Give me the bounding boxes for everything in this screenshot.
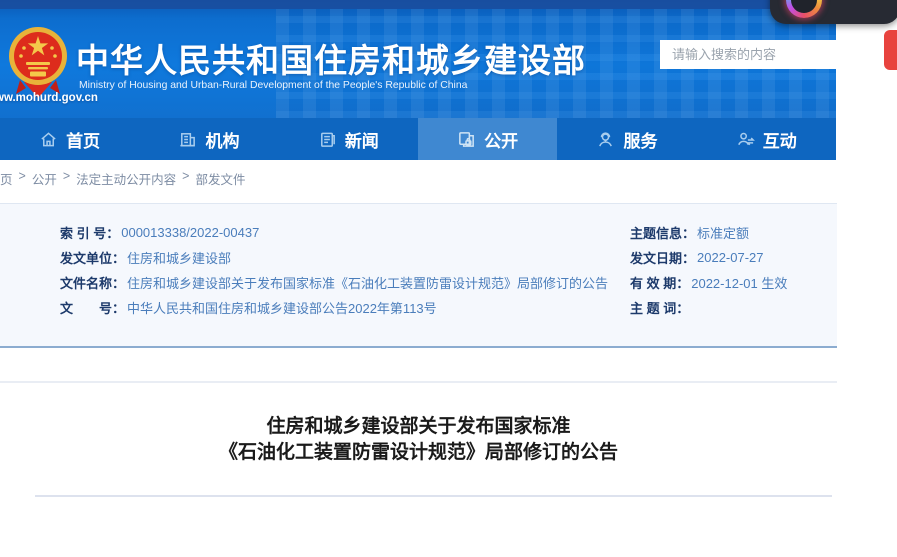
meta-value: 中华人民共和国住房和城乡建设部公告2022年第113号 <box>127 298 437 317</box>
meta-value: 住房和城乡建设部关于发布国家标准《石油化工装置防雷设计规范》局部修订的公告 <box>127 273 608 292</box>
document-meta-card: 索 引 号： 000013338/2022-00437 发文单位： 住房和城乡建… <box>0 203 837 348</box>
primary-nav: 首页 机构 新闻 <box>0 118 836 160</box>
meta-row-document-name: 文件名称： 住房和城乡建设部关于发布国家标准《石油化工装置防雷设计规范》局部修订… <box>60 270 620 295</box>
article-divider <box>35 495 832 497</box>
site-title-english: Ministry of Housing and Urban-Rural Deve… <box>79 80 467 91</box>
nav-tab-news[interactable]: 新闻 <box>279 118 418 160</box>
record-button[interactable] <box>786 0 822 18</box>
meta-label: 文件名称： <box>60 273 125 292</box>
nav-tab-interaction[interactable]: 互动 <box>697 118 836 160</box>
search-box[interactable] <box>660 40 836 69</box>
meta-row-index-number: 索 引 号： 000013338/2022-00437 <box>60 220 620 245</box>
building-icon <box>178 130 197 149</box>
meta-value: 2022-12-01 生效 <box>691 273 787 292</box>
nav-tab-label: 服务 <box>623 127 657 152</box>
screen-overlay-widget[interactable] <box>770 0 897 24</box>
meta-row-document-number: 文 号： 中华人民共和国住房和城乡建设部公告2022年第113号 <box>60 295 620 320</box>
nav-tab-organization[interactable]: 机构 <box>139 118 278 160</box>
meta-row-issue-date: 发文日期： 2022-07-27 <box>630 245 835 270</box>
nav-tab-label: 公开 <box>484 127 518 152</box>
meta-row-subject-words: 主 题 词： <box>630 295 835 320</box>
breadcrumb-item-home[interactable]: 页 <box>0 169 13 188</box>
meta-value: 住房和城乡建设部 <box>127 248 231 267</box>
nav-tab-label: 互动 <box>763 127 797 152</box>
interaction-icon <box>736 130 755 149</box>
meta-value: 标准定额 <box>697 223 749 242</box>
meta-right-column: 主题信息： 标准定额 发文日期： 2022-07-27 有 效 期： 2022-… <box>630 220 835 320</box>
header-top-band <box>0 0 836 9</box>
nav-tab-label: 新闻 <box>345 127 379 152</box>
meta-label: 发文单位： <box>60 248 125 267</box>
edge-red-tab[interactable] <box>884 30 897 70</box>
national-emblem-logo <box>6 24 70 102</box>
breadcrumb: 页 > 公开 > 法定主动公开内容 > 部发文件 <box>0 169 246 188</box>
meta-label: 发文日期： <box>630 248 695 267</box>
meta-label: 有 效 期： <box>630 273 689 292</box>
site-header: 中华人民共和国住房和城乡建设部 Ministry of Housing and … <box>0 0 836 118</box>
section-divider <box>0 381 837 383</box>
disclosure-icon <box>457 130 476 149</box>
meta-row-validity: 有 效 期： 2022-12-01 生效 <box>630 270 835 295</box>
news-icon <box>318 130 337 149</box>
meta-label: 文 号： <box>60 298 125 317</box>
service-icon <box>596 130 615 149</box>
meta-row-subject-info: 主题信息： 标准定额 <box>630 220 835 245</box>
home-icon <box>39 130 58 149</box>
nav-tab-label: 首页 <box>66 127 100 152</box>
breadcrumb-separator: > <box>19 169 26 188</box>
meta-label: 主题信息： <box>630 223 695 242</box>
nav-tab-disclosure[interactable]: 公开 <box>418 118 557 160</box>
search-input[interactable] <box>660 40 836 69</box>
article-title-line1: 住房和城乡建设部关于发布国家标准 <box>0 414 837 440</box>
article-title-line2: 《石油化工装置防雷设计规范》局部修订的公告 <box>0 440 837 466</box>
meta-label: 主 题 词： <box>630 298 689 317</box>
nav-tab-label: 机构 <box>205 127 239 152</box>
meta-value: 2022-07-27 <box>697 250 764 265</box>
meta-label: 索 引 号： <box>60 223 119 242</box>
nav-tab-service[interactable]: 服务 <box>557 118 696 160</box>
breadcrumb-item-ministry-documents[interactable]: 部发文件 <box>195 169 245 188</box>
breadcrumb-separator: > <box>182 169 189 188</box>
site-title: 中华人民共和国住房和城乡建设部 <box>76 34 586 82</box>
breadcrumb-separator: > <box>63 169 70 188</box>
meta-left-column: 索 引 号： 000013338/2022-00437 发文单位： 住房和城乡建… <box>60 220 620 320</box>
meta-row-issuing-unit: 发文单位： 住房和城乡建设部 <box>60 245 620 270</box>
meta-value: 000013338/2022-00437 <box>121 225 259 240</box>
mohurd-webpage: 中华人民共和国住房和城乡建设部 Ministry of Housing and … <box>0 0 897 557</box>
record-button-core <box>791 0 817 13</box>
breadcrumb-item-statutory-content[interactable]: 法定主动公开内容 <box>76 169 176 188</box>
site-url: ww.mohurd.gov.cn <box>0 92 98 104</box>
nav-tab-home[interactable]: 首页 <box>0 118 139 160</box>
breadcrumb-item-disclosure[interactable]: 公开 <box>32 169 57 188</box>
article-title: 住房和城乡建设部关于发布国家标准 《石油化工装置防雷设计规范》局部修订的公告 <box>0 414 837 466</box>
